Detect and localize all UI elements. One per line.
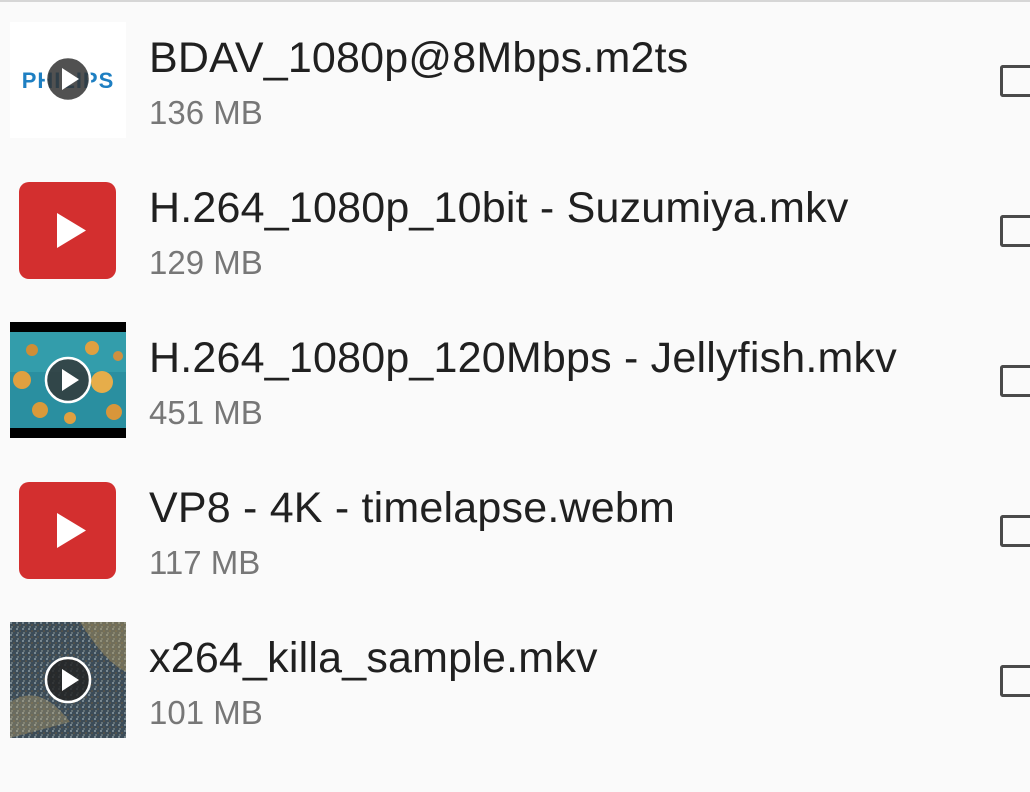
file-list: PHILIPS BDAV_1080p@8Mbps.m2ts 136 MB H.2… <box>0 0 1030 792</box>
select-checkbox[interactable] <box>1000 665 1030 697</box>
select-checkbox[interactable] <box>1000 65 1030 97</box>
file-size: 136 MB <box>149 94 263 131</box>
file-item-suzumiya[interactable]: H.264_1080p_10bit - Suzumiya.mkv 129 MB <box>0 150 1030 300</box>
philips-logo-thumbnail: PHILIPS <box>10 22 126 138</box>
file-item-killa[interactable]: x264_killa_sample.mkv 101 MB <box>0 600 1030 750</box>
select-checkbox[interactable] <box>1000 515 1030 547</box>
file-size: 117 MB <box>149 544 261 581</box>
file-name: VP8 - 4K - timelapse.webm <box>149 484 675 532</box>
file-size: 451 MB <box>149 394 263 431</box>
file-item-jellyfish[interactable]: H.264_1080p_120Mbps - Jellyfish.mkv 451 … <box>0 300 1030 450</box>
video-file-icon <box>19 482 116 579</box>
file-name: H.264_1080p_120Mbps - Jellyfish.mkv <box>149 334 897 382</box>
file-size: 101 MB <box>149 694 263 731</box>
file-item-bdav[interactable]: PHILIPS BDAV_1080p@8Mbps.m2ts 136 MB <box>0 0 1030 150</box>
file-name: H.264_1080p_10bit - Suzumiya.mkv <box>149 184 849 232</box>
jellyfish-thumbnail <box>10 322 126 438</box>
file-size: 129 MB <box>149 244 263 281</box>
select-checkbox[interactable] <box>1000 365 1030 397</box>
killa-sample-thumbnail <box>10 622 126 738</box>
file-name: x264_killa_sample.mkv <box>149 634 598 682</box>
select-checkbox[interactable] <box>1000 215 1030 247</box>
file-item-timelapse[interactable]: VP8 - 4K - timelapse.webm 117 MB <box>0 450 1030 600</box>
file-name: BDAV_1080p@8Mbps.m2ts <box>149 34 689 82</box>
video-file-icon <box>19 182 116 279</box>
